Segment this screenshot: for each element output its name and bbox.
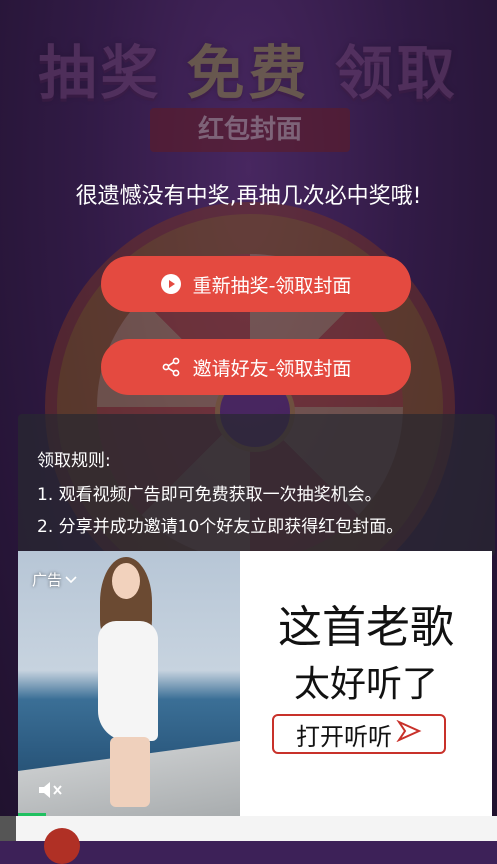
avatar — [44, 828, 80, 864]
ad-label[interactable]: 广告 — [32, 569, 77, 590]
result-message: 很遗憾没有中奖,再抽几次必中奖哦! — [75, 184, 422, 209]
invite-friends-label: 邀请好友-领取封面 — [192, 357, 352, 380]
chevron-down-icon — [65, 571, 77, 589]
rule-item-2: 2. 分享并成功邀请10个好友立即获得红包封面。 — [37, 517, 404, 537]
share-icon — [161, 357, 181, 377]
video-ad[interactable]: 广告 这首老歌 太好听了 打开听听 — [18, 551, 492, 816]
rule-item-1: 1. 观看视频广告即可免费获取一次抽奖机会。 — [37, 485, 382, 505]
rules-title: 领取规则: — [37, 451, 111, 471]
ad-figure-dress — [98, 621, 158, 741]
ad-open-button[interactable]: 打开听听 — [272, 714, 446, 754]
invite-friends-button[interactable]: 邀请好友-领取封面 — [101, 339, 411, 395]
ad-figure-legs — [110, 737, 150, 807]
retry-draw-button[interactable]: 重新抽奖-领取封面 — [101, 256, 411, 312]
ad-figure-face — [112, 563, 140, 599]
bottom-card — [16, 816, 497, 841]
arrow-right-icon — [396, 719, 422, 748]
mute-icon[interactable] — [36, 779, 64, 801]
ad-video-thumbnail — [18, 551, 240, 816]
ad-subheadline: 太好听了 — [293, 664, 438, 705]
ad-open-label: 打开听听 — [296, 722, 392, 751]
retry-draw-label: 重新抽奖-领取封面 — [192, 274, 352, 297]
play-circle-icon — [160, 274, 181, 294]
ad-headline: 这首老歌 — [278, 602, 454, 653]
ad-label-text: 广告 — [32, 571, 63, 589]
rules-panel: 领取规则: 1. 观看视频广告即可免费获取一次抽奖机会。 2. 分享并成功邀请1… — [18, 414, 495, 556]
